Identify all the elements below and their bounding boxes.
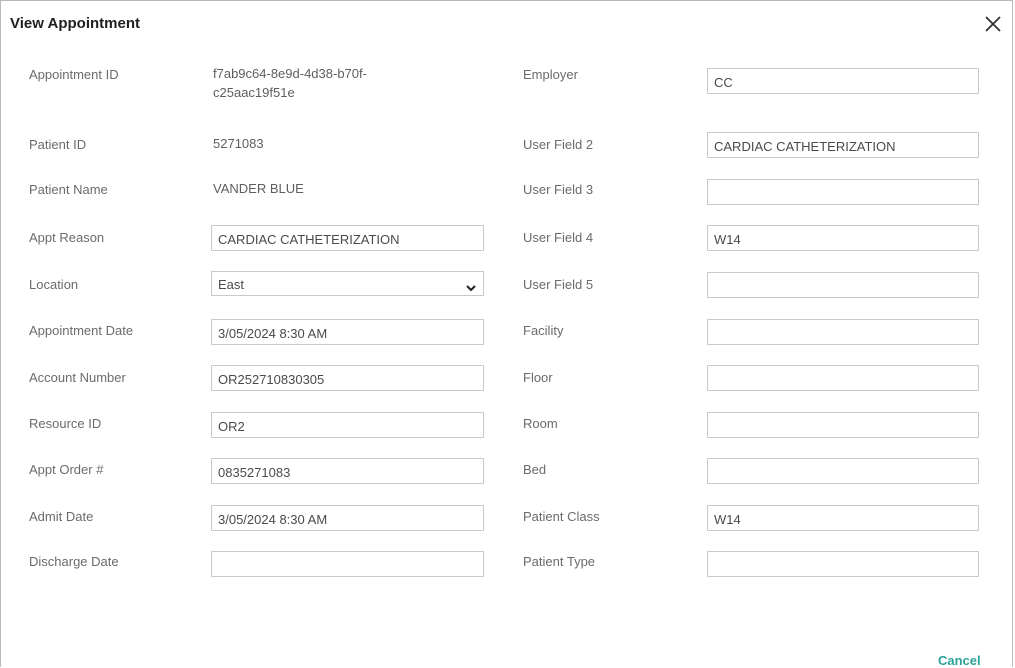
user-field-5-label: User Field 5: [523, 277, 594, 292]
location-label: Location: [29, 277, 79, 292]
cancel-button[interactable]: Cancel: [938, 653, 981, 668]
patient-type-field[interactable]: [707, 551, 979, 577]
appt-reason-field[interactable]: [211, 225, 484, 251]
employer-label: Employer: [523, 67, 578, 82]
bed-label: Bed: [523, 462, 547, 477]
floor-label: Floor: [523, 370, 553, 385]
resource-id-field[interactable]: [211, 412, 484, 438]
user-field-3-label: User Field 3: [523, 182, 594, 197]
appointment-id-label: Appointment ID: [29, 67, 119, 82]
account-number-field[interactable]: [211, 365, 484, 391]
user-field-4-field[interactable]: [707, 225, 979, 251]
user-field-2-field[interactable]: [707, 132, 979, 158]
patient-name-value: VANDER BLUE: [213, 181, 304, 196]
room-field[interactable]: [707, 412, 979, 438]
appointment-date-label: Appointment Date: [29, 323, 134, 338]
user-field-2-label: User Field 2: [523, 137, 594, 152]
chevron-down-icon: [466, 280, 476, 295]
employer-field[interactable]: [707, 68, 979, 94]
discharge-date-label: Discharge Date: [29, 554, 119, 569]
user-field-4-label: User Field 4: [523, 230, 594, 245]
appointment-id-value-line1: f7ab9c64-8e9d-4d38-b70f-: [213, 66, 367, 81]
room-label: Room: [523, 416, 558, 431]
admit-date-field[interactable]: [211, 505, 484, 531]
dialog-title: View Appointment: [10, 15, 141, 32]
patient-class-label: Patient Class: [523, 509, 600, 524]
location-selected-value: East: [218, 277, 245, 292]
facility-field[interactable]: [707, 319, 979, 345]
patient-id-label: Patient ID: [29, 137, 87, 152]
appt-order-label: Appt Order #: [29, 462, 104, 477]
view-appointment-dialog: View Appointment Appointment ID f7ab9c64…: [0, 0, 1013, 668]
facility-label: Facility: [523, 323, 564, 338]
appointment-date-field[interactable]: [211, 319, 484, 345]
patient-id-value: 5271083: [213, 136, 264, 151]
account-number-label: Account Number: [29, 370, 126, 385]
patient-type-label: Patient Type: [523, 554, 596, 569]
close-icon[interactable]: [982, 13, 1004, 35]
patient-class-field[interactable]: [707, 505, 979, 531]
admit-date-label: Admit Date: [29, 509, 94, 524]
user-field-3-field[interactable]: [707, 179, 979, 205]
patient-name-label: Patient Name: [29, 182, 108, 197]
discharge-date-field[interactable]: [211, 551, 484, 577]
floor-field[interactable]: [707, 365, 979, 391]
bed-field[interactable]: [707, 458, 979, 484]
location-select[interactable]: East: [211, 271, 484, 296]
appointment-id-value-line2: c25aac19f51e: [213, 85, 295, 100]
appt-reason-label: Appt Reason: [29, 230, 105, 245]
appt-order-field[interactable]: [211, 458, 484, 484]
resource-id-label: Resource ID: [29, 416, 102, 431]
user-field-5-field[interactable]: [707, 272, 979, 298]
